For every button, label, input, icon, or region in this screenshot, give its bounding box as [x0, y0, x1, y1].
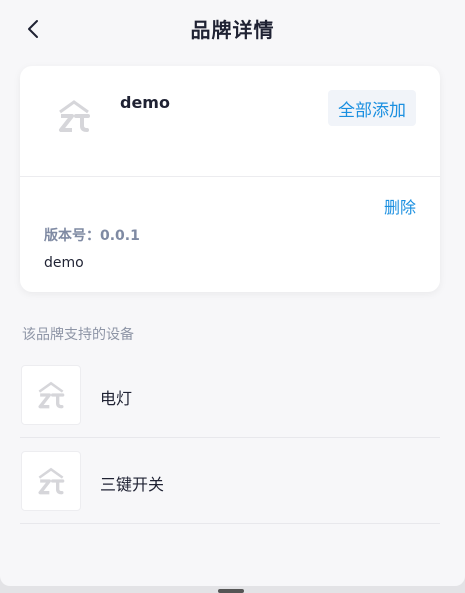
version-label: 版本号：	[44, 228, 100, 244]
add-all-button[interactable]: 全部添加	[328, 90, 416, 126]
header: 品牌详情	[0, 0, 465, 56]
device-name: 三键开关	[100, 475, 165, 494]
brand-description: demo	[44, 255, 84, 271]
device-item-light[interactable]: 电灯	[20, 352, 440, 438]
device-name: 电灯	[100, 389, 133, 408]
zt-logo-icon	[50, 92, 98, 140]
screen: 品牌详情 demo 全部添加 删除 版本号：0.0.1 demo 该品牌支持的设…	[0, 0, 465, 586]
zt-logo-icon	[21, 451, 81, 511]
home-indicator	[218, 589, 244, 593]
page-title: 品牌详情	[190, 18, 275, 42]
device-item-three-key-switch[interactable]: 三键开关	[20, 438, 440, 524]
devices-section-title: 该品牌支持的设备	[22, 327, 134, 343]
device-list: 电灯 三键开关	[20, 352, 440, 524]
version-row: 版本号：0.0.1	[44, 225, 140, 245]
delete-button[interactable]: 删除	[384, 194, 416, 218]
brand-card: demo 全部添加 删除 版本号：0.0.1 demo	[20, 66, 440, 292]
brand-name: demo	[120, 93, 170, 112]
zt-logo-icon	[21, 365, 81, 425]
version-value: 0.0.1	[100, 228, 140, 244]
card-divider	[20, 176, 440, 177]
